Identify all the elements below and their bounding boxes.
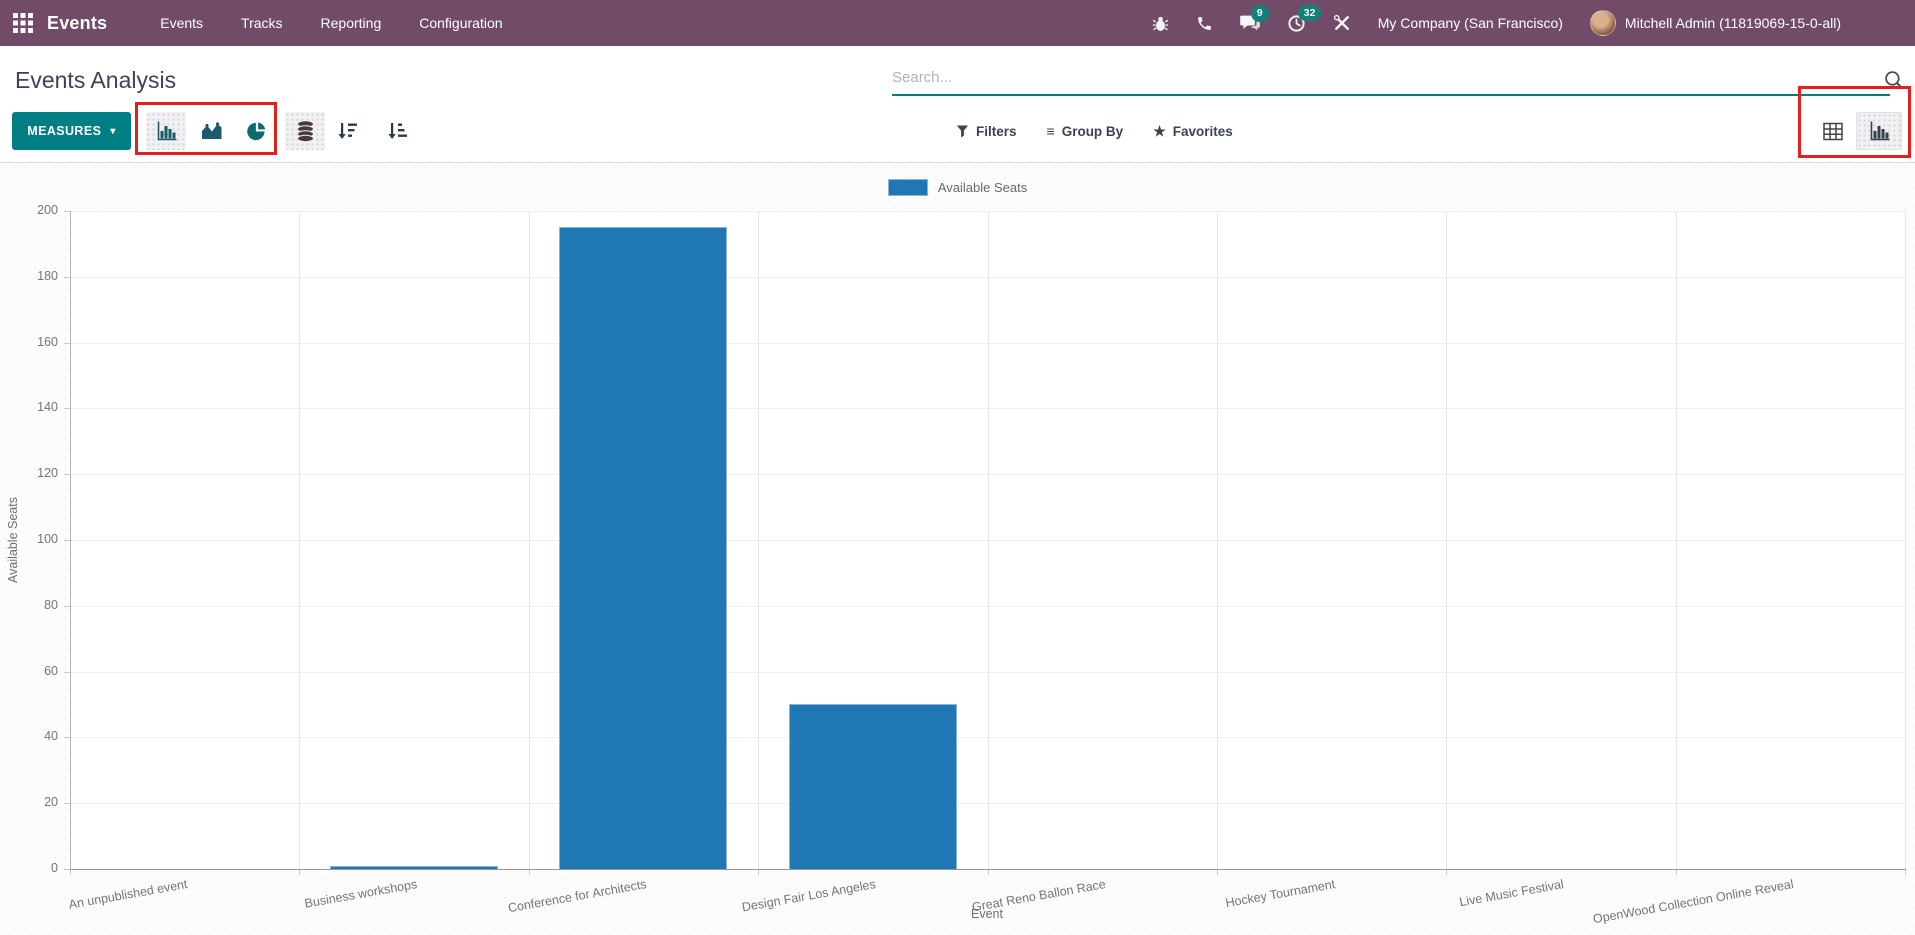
line-chart-mode-button[interactable] bbox=[191, 112, 231, 150]
top-navbar: Events Events Tracks Reporting Configura… bbox=[0, 0, 1915, 46]
debug-bug-button[interactable] bbox=[1152, 15, 1169, 32]
menu-configuration[interactable]: Configuration bbox=[400, 1, 521, 45]
messages-button[interactable]: 9 bbox=[1240, 14, 1260, 32]
user-menu[interactable]: Mitchell Admin (11819069-15-0-all) bbox=[1590, 10, 1841, 36]
x-axis-line bbox=[70, 869, 1906, 870]
bar-chart-icon bbox=[155, 120, 178, 142]
activities-button[interactable]: 32 bbox=[1287, 14, 1306, 33]
v-gridline bbox=[1905, 211, 1906, 869]
x-tick-label: Conference for Architects bbox=[507, 877, 648, 915]
y-tick-label: 0 bbox=[0, 861, 58, 875]
bar-chart-mode-button[interactable] bbox=[146, 112, 186, 150]
v-gridline bbox=[758, 211, 759, 869]
y-tick-label: 20 bbox=[0, 795, 58, 809]
stacked-toggle-button[interactable] bbox=[285, 112, 325, 150]
filter-funnel-icon bbox=[956, 125, 969, 138]
table-grid-icon bbox=[1822, 121, 1844, 142]
y-axis-line bbox=[70, 211, 71, 869]
graph-view-button[interactable] bbox=[1856, 112, 1902, 150]
tools-button[interactable] bbox=[1333, 14, 1351, 32]
x-tick-label: Live Music Festival bbox=[1459, 877, 1565, 909]
legend-label: Available Seats bbox=[938, 180, 1027, 195]
v-gridline bbox=[1446, 211, 1447, 869]
page-title: Events Analysis bbox=[15, 67, 176, 94]
y-tick-label: 200 bbox=[0, 203, 58, 217]
voip-phone-button[interactable] bbox=[1196, 15, 1213, 32]
area-chart-icon bbox=[200, 121, 223, 141]
star-icon: ★ bbox=[1153, 123, 1166, 140]
graph-view-icon bbox=[1868, 120, 1891, 142]
phone-icon bbox=[1196, 15, 1213, 32]
x-tick-label: Hockey Tournament bbox=[1224, 877, 1336, 910]
apps-grid-icon bbox=[13, 13, 33, 33]
legend-swatch bbox=[888, 179, 928, 196]
pie-chart-icon bbox=[246, 121, 267, 142]
user-name: Mitchell Admin (11819069-15-0-all) bbox=[1625, 15, 1841, 31]
y-tick-label: 80 bbox=[0, 598, 58, 612]
y-tick-label: 120 bbox=[0, 466, 58, 480]
v-gridline bbox=[299, 211, 300, 869]
y-tick-label: 140 bbox=[0, 400, 58, 414]
caret-down-icon: ▾ bbox=[110, 126, 115, 137]
x-tick-label: Design Fair Los Angeles bbox=[741, 877, 877, 914]
messages-badge: 9 bbox=[1251, 5, 1269, 22]
group-by-icon: ≡ bbox=[1047, 123, 1055, 139]
v-gridline bbox=[1676, 211, 1677, 869]
menu-reporting[interactable]: Reporting bbox=[302, 1, 401, 45]
chart-legend[interactable]: Available Seats bbox=[0, 179, 1915, 196]
activities-badge: 32 bbox=[1298, 5, 1322, 22]
bar-chart: Available Seats Available Seats Event 02… bbox=[0, 163, 1915, 935]
measures-button[interactable]: MEASURES ▾ bbox=[12, 112, 131, 150]
user-avatar bbox=[1590, 10, 1616, 36]
company-switcher[interactable]: My Company (San Francisco) bbox=[1378, 15, 1563, 31]
y-tick-label: 160 bbox=[0, 335, 58, 349]
search-input[interactable] bbox=[892, 60, 1890, 96]
group-by-menu-button[interactable]: ≡ Group By bbox=[1047, 123, 1124, 139]
x-tick-label: OpenWood Collection Online Reveal bbox=[1592, 877, 1795, 926]
y-tick-label: 180 bbox=[0, 269, 58, 283]
x-tick-label: Business workshops bbox=[304, 877, 419, 911]
chart-bar[interactable] bbox=[330, 866, 498, 869]
chart-bar[interactable] bbox=[789, 704, 957, 869]
navbar-systray: 9 32 My Company (San Francisco) Mitchell… bbox=[1152, 10, 1915, 36]
v-gridline bbox=[529, 211, 530, 869]
menu-events[interactable]: Events bbox=[141, 1, 222, 45]
pie-chart-mode-button[interactable] bbox=[236, 112, 276, 150]
y-tick-label: 40 bbox=[0, 729, 58, 743]
apps-menu-button[interactable] bbox=[0, 13, 47, 33]
v-gridline bbox=[988, 211, 989, 869]
sort-asc-icon bbox=[387, 120, 409, 142]
x-tick-label: An unpublished event bbox=[68, 877, 189, 912]
chart-bar[interactable] bbox=[559, 227, 727, 869]
menu-tracks[interactable]: Tracks bbox=[222, 1, 301, 45]
y-tick-label: 60 bbox=[0, 664, 58, 678]
app-name: Events bbox=[47, 13, 107, 34]
y-tick-label: 100 bbox=[0, 532, 58, 546]
sort-desc-icon bbox=[337, 120, 359, 142]
search-icon[interactable] bbox=[1884, 70, 1905, 96]
tools-wrench-icon bbox=[1333, 14, 1351, 32]
control-panel: Events Analysis MEASURES ▾ bbox=[0, 46, 1915, 163]
sort-descending-button[interactable] bbox=[330, 112, 366, 150]
pivot-view-button[interactable] bbox=[1812, 112, 1854, 150]
bug-icon bbox=[1152, 15, 1169, 32]
sort-ascending-button[interactable] bbox=[380, 112, 416, 150]
stacked-database-icon bbox=[295, 120, 316, 142]
v-gridline bbox=[1217, 211, 1218, 869]
search-options-bar: Filters ≡ Group By ★ Favorites bbox=[956, 118, 1233, 144]
favorites-menu-button[interactable]: ★ Favorites bbox=[1153, 123, 1233, 140]
filters-menu-button[interactable]: Filters bbox=[956, 124, 1017, 139]
